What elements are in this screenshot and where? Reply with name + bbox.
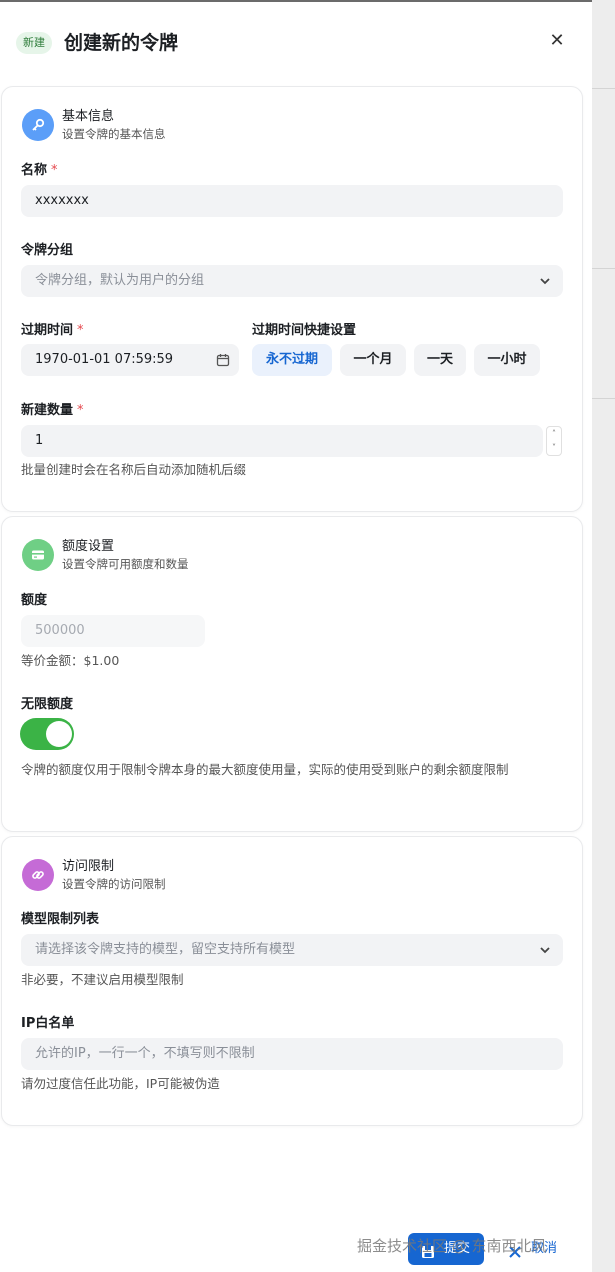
section-subtitle-access: 设置令牌的访问限制 [62, 877, 166, 891]
background-page-edge [592, 0, 615, 1272]
count-input[interactable]: 1 [21, 425, 543, 457]
panel-header: 新建 创建新的令牌 ✕ [0, 24, 592, 64]
models-help: 非必要，不建议启用模型限制 [21, 972, 184, 987]
ip-help: 请勿过度信任此功能，IP可能被伪造 [21, 1076, 220, 1091]
models-select[interactable]: 请选择该令牌支持的模型，留空支持所有模型 [21, 934, 563, 966]
stepper-down-icon[interactable]: ˅ [547, 441, 561, 455]
switch-knob [46, 721, 72, 747]
name-label: 名称 * [21, 163, 58, 178]
create-token-panel: 新建 创建新的令牌 ✕ 基本信息 设置令牌的基本信息 名称 * xxxxxxx 令… [0, 0, 592, 1272]
expire-date-input[interactable]: 1970-01-01 07:59:59 [21, 344, 239, 376]
never-expire-button[interactable]: 永不过期 [252, 344, 332, 376]
one-month-button[interactable]: 一个月 [340, 344, 406, 376]
watermark: 掘金技术社区 @ 东南西北风 [357, 1237, 547, 1255]
section-title-access: 访问限制 [62, 859, 115, 874]
models-placeholder: 请选择该令牌支持的模型，留空支持所有模型 [35, 942, 296, 957]
group-select[interactable]: 令牌分组，默认为用户的分组 [21, 265, 563, 297]
close-icon[interactable]: ✕ [546, 30, 568, 52]
section-subtitle-basic: 设置令牌的基本信息 [62, 127, 166, 141]
credit-card-icon [22, 539, 54, 571]
amount-equivalent: 等价金额：$1.00 [21, 653, 120, 668]
chevron-down-icon [539, 934, 551, 966]
ip-whitelist-input[interactable]: 允许的IP，一行一个，不填写则不限制 [21, 1038, 563, 1070]
one-hour-button[interactable]: 一小时 [474, 344, 540, 376]
section-title-basic: 基本信息 [62, 109, 115, 124]
quick-expire-label: 过期时间快捷设置 [252, 323, 357, 338]
expire-label: 过期时间 * [21, 323, 84, 338]
unlimited-help: 令牌的额度仅用于限制令牌本身的最大额度使用量，实际的使用受到账户的剩余额度限制 [21, 762, 509, 777]
section-title-quota: 额度设置 [62, 539, 115, 554]
group-label: 令牌分组 [21, 243, 74, 258]
section-subtitle-quota: 设置令牌可用额度和数量 [62, 557, 189, 571]
chevron-down-icon [539, 265, 551, 297]
link-icon [22, 859, 54, 891]
quota-card: 额度设置 设置令牌可用额度和数量 [1, 516, 583, 832]
group-placeholder: 令牌分组，默认为用户的分组 [35, 273, 205, 288]
count-stepper[interactable]: ˄ ˅ [546, 426, 562, 456]
unlimited-switch[interactable] [20, 718, 74, 750]
count-help: 批量创建时会在名称后自动添加随机后缀 [21, 462, 247, 477]
amount-input[interactable]: 500000 [21, 615, 205, 647]
page-title: 创建新的令牌 [64, 32, 179, 54]
name-input[interactable]: xxxxxxx [21, 185, 563, 217]
calendar-icon[interactable] [216, 344, 230, 376]
count-label: 新建数量 * [21, 403, 84, 418]
new-tag: 新建 [16, 32, 52, 54]
one-day-button[interactable]: 一天 [414, 344, 466, 376]
expire-value: 1970-01-01 07:59:59 [35, 352, 174, 367]
unlimited-label: 无限额度 [21, 697, 74, 712]
stepper-up-icon[interactable]: ˄ [547, 427, 561, 441]
amount-label: 额度 [21, 593, 48, 608]
ip-label: IP白名单 [21, 1016, 75, 1031]
models-label: 模型限制列表 [21, 912, 100, 927]
key-icon [22, 109, 54, 141]
